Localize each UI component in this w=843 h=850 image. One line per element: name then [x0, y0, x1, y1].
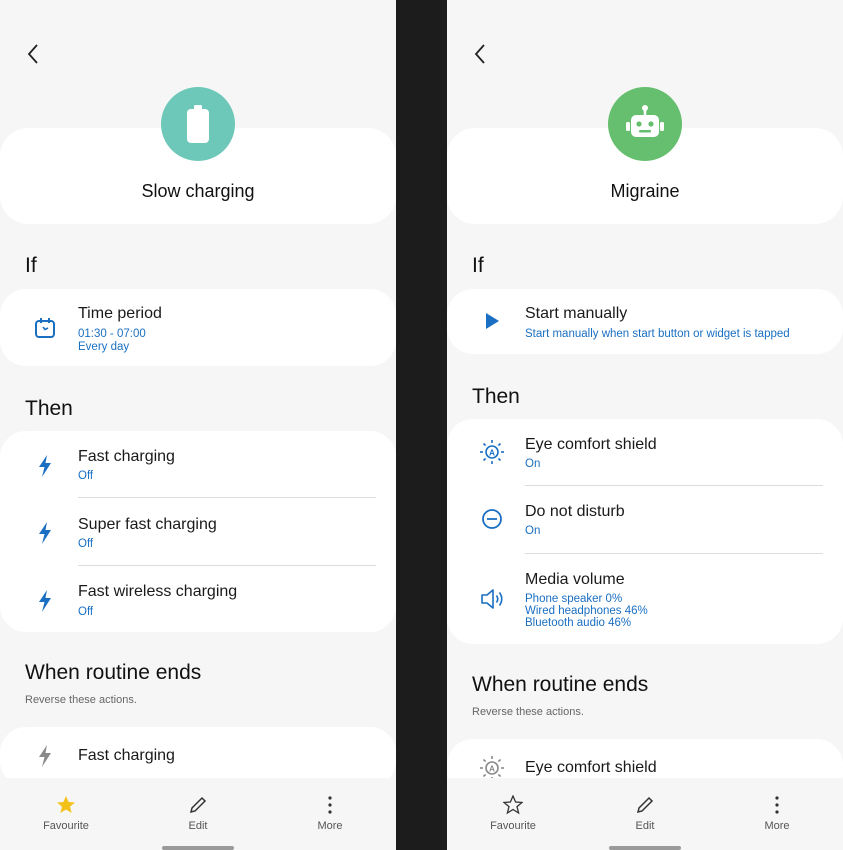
- row-subtitle: Bluetooth audio 46%: [525, 617, 632, 629]
- row-subtitle: Phone speaker 0%: [525, 593, 623, 605]
- row-title: Fast charging: [78, 448, 175, 465]
- favourite-button[interactable]: Favourite: [26, 794, 106, 832]
- favourite-button[interactable]: Favourite: [473, 794, 553, 832]
- right-routine-screen: Migraine If Start manually Start manuall…: [447, 0, 843, 850]
- then-action-row[interactable]: Fast wireless charging Off: [0, 566, 396, 632]
- row-title: Eye comfort shield: [525, 759, 657, 776]
- back-button[interactable]: [469, 40, 493, 68]
- row-title: Media volume: [525, 571, 625, 588]
- nav-label: Edit: [635, 820, 655, 832]
- then-action-row[interactable]: Fast charging Off: [0, 431, 396, 498]
- row-title: Super fast charging: [78, 516, 217, 533]
- more-vertical-icon: [290, 794, 370, 816]
- calendar-icon: [32, 315, 58, 341]
- more-vertical-icon: [737, 794, 817, 816]
- row-subtitle: Off: [78, 470, 94, 482]
- pencil-icon: [158, 794, 238, 816]
- row-title: Time period: [78, 305, 162, 322]
- section-if: If: [472, 254, 484, 277]
- row-title: Fast wireless charging: [78, 583, 238, 600]
- row-subtitle: Start manually when start button or widg…: [525, 328, 790, 340]
- row-subtitle: 01:30 - 07:00: [78, 328, 146, 340]
- routine-icon[interactable]: [608, 87, 682, 161]
- if-card: Time period 01:30 - 07:00 Every day: [0, 289, 396, 366]
- svg-text:A: A: [489, 449, 495, 458]
- then-action-row[interactable]: Do not disturb On: [447, 486, 843, 553]
- nav-label: More: [764, 820, 790, 832]
- section-when-routine-ends: When routine ends: [25, 661, 202, 684]
- star-outline-icon: [473, 794, 553, 816]
- row-subtitle: Off: [78, 538, 94, 550]
- section-if: If: [25, 254, 37, 277]
- routine-icon[interactable]: [161, 87, 235, 161]
- row-subtitle: On: [525, 525, 541, 537]
- play-icon: [479, 308, 505, 334]
- nav-label: Favourite: [43, 820, 89, 832]
- robot-icon: [626, 105, 664, 137]
- row-title: Do not disturb: [525, 503, 625, 520]
- volume-icon: [479, 586, 505, 612]
- pencil-icon: [605, 794, 685, 816]
- row-title: Eye comfort shield: [525, 436, 657, 453]
- if-condition-row[interactable]: Time period 01:30 - 07:00 Every day: [0, 289, 396, 366]
- more-button[interactable]: More: [737, 794, 817, 832]
- chevron-left-icon: [474, 44, 485, 64]
- bolt-icon: [32, 520, 58, 546]
- row-subtitle: Off: [78, 606, 94, 618]
- section-then: Then: [472, 385, 520, 408]
- gesture-handle: [162, 846, 234, 850]
- section-note: Reverse these actions.: [472, 706, 584, 718]
- eye-comfort-icon: A: [479, 439, 505, 465]
- if-card: Start manually Start manually when start…: [447, 289, 843, 354]
- bottom-nav: Favourite Edit More: [0, 778, 396, 850]
- edit-button[interactable]: Edit: [605, 794, 685, 832]
- bottom-nav: Favourite Edit More: [447, 778, 843, 850]
- then-action-row[interactable]: Super fast charging Off: [0, 498, 396, 565]
- section-note: Reverse these actions.: [25, 694, 137, 706]
- bolt-icon: [32, 743, 58, 769]
- nav-label: More: [317, 820, 343, 832]
- section-when-routine-ends: When routine ends: [472, 673, 649, 696]
- then-action-row[interactable]: A Eye comfort shield On: [447, 419, 843, 486]
- nav-label: Edit: [188, 820, 208, 832]
- edit-button[interactable]: Edit: [158, 794, 238, 832]
- then-card: A Eye comfort shield On Do not disturb O…: [447, 419, 843, 644]
- row-subtitle: On: [525, 458, 541, 470]
- routine-title: Slow charging: [141, 181, 255, 201]
- left-routine-screen: Slow charging If Time period 01:30 - 07:…: [0, 0, 396, 850]
- more-button[interactable]: More: [290, 794, 370, 832]
- nav-label: Favourite: [490, 820, 536, 832]
- row-subtitle: Every day: [78, 341, 130, 353]
- gesture-handle: [609, 846, 681, 850]
- row-title: Start manually: [525, 305, 628, 322]
- then-card: Fast charging Off Super fast charging Of…: [0, 431, 396, 632]
- section-then: Then: [25, 397, 73, 420]
- row-subtitle: Wired headphones 46%: [525, 605, 648, 617]
- star-icon: [26, 794, 106, 816]
- svg-text:A: A: [489, 765, 495, 774]
- battery-icon: [187, 105, 209, 143]
- row-title: Fast charging: [78, 747, 175, 764]
- do-not-disturb-icon: [479, 506, 505, 532]
- routine-title: Migraine: [610, 181, 680, 201]
- back-button[interactable]: [22, 40, 46, 68]
- chevron-left-icon: [27, 44, 38, 64]
- if-condition-row[interactable]: Start manually Start manually when start…: [447, 289, 843, 354]
- bolt-icon: [32, 588, 58, 614]
- bolt-icon: [32, 453, 58, 479]
- then-action-row[interactable]: Media volume Phone speaker 0% Wired head…: [447, 554, 843, 644]
